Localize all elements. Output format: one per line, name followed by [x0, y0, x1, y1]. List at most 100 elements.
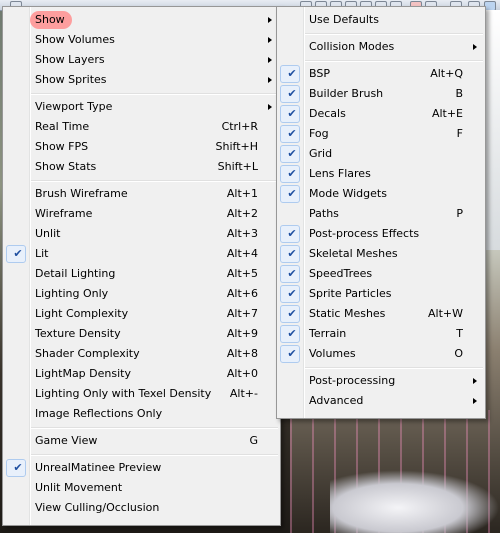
menu-item-shortcut: Alt+E: [431, 107, 463, 120]
menu-item-show-fps[interactable]: Show FPS Shift+H: [3, 137, 280, 157]
menu-item-sprite-particles[interactable]: ✔ Sprite Particles: [277, 284, 485, 304]
menu-item-unrealmatinee-preview[interactable]: ✔ UnrealMatinee Preview: [3, 458, 280, 478]
menu-item-shortcut: Alt+9: [226, 327, 258, 340]
menu-item-static-meshes[interactable]: ✔ Static Meshes Alt+W: [277, 304, 485, 324]
menu-item-label: Texture Density: [35, 327, 121, 340]
menu-item-advanced[interactable]: Advanced: [277, 391, 485, 411]
menu-item-shortcut: Shift+L: [217, 160, 258, 173]
menu-item-show[interactable]: Show: [3, 10, 280, 30]
menu-item-image-reflections-only[interactable]: Image Reflections Only: [3, 404, 280, 424]
menu-item-label: Show Sprites: [35, 73, 107, 86]
menu-item-shortcut: Alt+7: [226, 307, 258, 320]
menu-item-label: Show Layers: [35, 53, 105, 66]
menu-item-shader-complexity[interactable]: Shader Complexity Alt+8: [3, 344, 280, 364]
menu-item-label: Image Reflections Only: [35, 407, 163, 420]
menu-item-label: Static Meshes: [309, 307, 386, 320]
checkmark-icon: ✔: [13, 247, 23, 260]
menu-item-label: UnrealMatinee Preview: [35, 461, 162, 474]
menu-item-paths[interactable]: Paths P: [277, 204, 485, 224]
menu-item-lens-flares[interactable]: ✔ Lens Flares: [277, 164, 485, 184]
menu-item-show-volumes[interactable]: Show Volumes: [3, 30, 280, 50]
menu-item-label: Post-process Effects: [309, 227, 420, 240]
checkmark-icon: ✔: [287, 227, 297, 240]
menu-item-shortcut: Alt+6: [226, 287, 258, 300]
menu-item-label: Light Complexity: [35, 307, 129, 320]
menu-item-shortcut: Alt+0: [226, 367, 258, 380]
menu-item-detail-lighting[interactable]: Detail Lighting Alt+5: [3, 264, 280, 284]
checkmark-icon: ✔: [287, 307, 297, 320]
menu-item-label: Paths: [309, 207, 339, 220]
checkmark-icon: ✔: [287, 107, 297, 120]
menu-item-brush-wireframe[interactable]: Brush Wireframe Alt+1: [3, 184, 280, 204]
menu-item-light-complexity[interactable]: Light Complexity Alt+7: [3, 304, 280, 324]
submenu-arrow-icon: [473, 398, 477, 404]
menu-item-mode-widgets[interactable]: ✔ Mode Widgets: [277, 184, 485, 204]
menu-item-shortcut: Alt+W: [428, 307, 463, 320]
menu-item-label: View Culling/Occlusion: [35, 501, 160, 514]
menu-item-bsp[interactable]: ✔ BSP Alt+Q: [277, 64, 485, 84]
checkmark-icon: ✔: [287, 167, 297, 180]
menu-item-real-time[interactable]: Real Time Ctrl+R: [3, 117, 280, 137]
menu-item-speedtrees[interactable]: ✔ SpeedTrees: [277, 264, 485, 284]
menu-item-show-layers[interactable]: Show Layers: [3, 50, 280, 70]
menu-separator: [277, 30, 485, 37]
menu-item-unlit[interactable]: Unlit Alt+3: [3, 224, 280, 244]
menu-item-shortcut: Alt+3: [226, 227, 258, 240]
menu-item-shortcut: Alt+Q: [430, 67, 463, 80]
menu-item-lighting-only-with-texel-density[interactable]: Lighting Only with Texel Density Alt+-: [3, 384, 280, 404]
menu-item-label: Decals: [309, 107, 346, 120]
menu-item-use-defaults[interactable]: Use Defaults: [277, 10, 485, 30]
menu-item-collision-modes[interactable]: Collision Modes: [277, 37, 485, 57]
menu-item-unlit-movement[interactable]: Unlit Movement: [3, 478, 280, 498]
menu-item-shortcut: Shift+H: [215, 140, 259, 153]
menu-item-shortcut: B: [455, 87, 463, 100]
menu-item-label: Builder Brush: [309, 87, 384, 100]
menu-item-label: Lit: [35, 247, 49, 260]
menu-item-show-stats[interactable]: Show Stats Shift+L: [3, 157, 280, 177]
menu-item-shortcut: Alt+-: [229, 387, 258, 400]
menu-separator: [3, 424, 280, 431]
menu-item-skeletal-meshes[interactable]: ✔ Skeletal Meshes: [277, 244, 485, 264]
checkmark-icon: ✔: [287, 347, 297, 360]
menu-item-volumes[interactable]: ✔ Volumes O: [277, 344, 485, 364]
viewport-options-menu: Show Show Volumes Show Layers Show Sprites V…: [2, 6, 281, 526]
checkmark-icon: ✔: [287, 187, 297, 200]
menu-item-builder-brush[interactable]: ✔ Builder Brush B: [277, 84, 485, 104]
menu-item-label: SpeedTrees: [309, 267, 373, 280]
menu-item-lighting-only[interactable]: Lighting Only Alt+6: [3, 284, 280, 304]
menu-item-label: Fog: [309, 127, 329, 140]
menu-item-lit[interactable]: ✔ Lit Alt+4: [3, 244, 280, 264]
menu-item-shortcut: F: [456, 127, 463, 140]
menu-item-viewport-type[interactable]: Viewport Type: [3, 97, 280, 117]
menu-item-post-processing[interactable]: Post-processing: [277, 371, 485, 391]
menu-item-texture-density[interactable]: Texture Density Alt+9: [3, 324, 280, 344]
menu-item-grid[interactable]: ✔ Grid: [277, 144, 485, 164]
menu-item-label: Terrain: [309, 327, 347, 340]
menu-item-terrain[interactable]: ✔ Terrain T: [277, 324, 485, 344]
submenu-arrow-icon: [268, 77, 272, 83]
menu-item-shortcut: O: [454, 347, 463, 360]
submenu-arrow-icon: [268, 37, 272, 43]
menu-item-label: Unlit Movement: [35, 481, 123, 494]
submenu-arrow-icon: [268, 57, 272, 63]
menu-item-label: Game View: [35, 434, 98, 447]
menu-item-lightmap-density[interactable]: LightMap Density Alt+0: [3, 364, 280, 384]
menu-item-shortcut: Ctrl+R: [221, 120, 258, 133]
submenu-arrow-icon: [473, 44, 477, 50]
menu-item-label: Show Volumes: [35, 33, 115, 46]
menu-item-wireframe[interactable]: Wireframe Alt+2: [3, 204, 280, 224]
menu-item-post-process-effects[interactable]: ✔ Post-process Effects: [277, 224, 485, 244]
checkmark-icon: ✔: [287, 127, 297, 140]
menu-item-show-sprites[interactable]: Show Sprites: [3, 70, 280, 90]
menu-item-label: Grid: [309, 147, 333, 160]
menu-item-label: Real Time: [35, 120, 90, 133]
menu-item-game-view[interactable]: Game View G: [3, 431, 280, 451]
menu-item-label: Show: [35, 13, 65, 26]
checkmark-icon: ✔: [287, 247, 297, 260]
menu-item-view-culling-occlusion[interactable]: View Culling/Occlusion: [3, 498, 280, 518]
menu-item-decals[interactable]: ✔ Decals Alt+E: [277, 104, 485, 124]
menu-item-label: BSP: [309, 67, 330, 80]
menu-item-fog[interactable]: ✔ Fog F: [277, 124, 485, 144]
menu-item-label: Collision Modes: [309, 40, 395, 53]
menu-item-label: Unlit: [35, 227, 61, 240]
